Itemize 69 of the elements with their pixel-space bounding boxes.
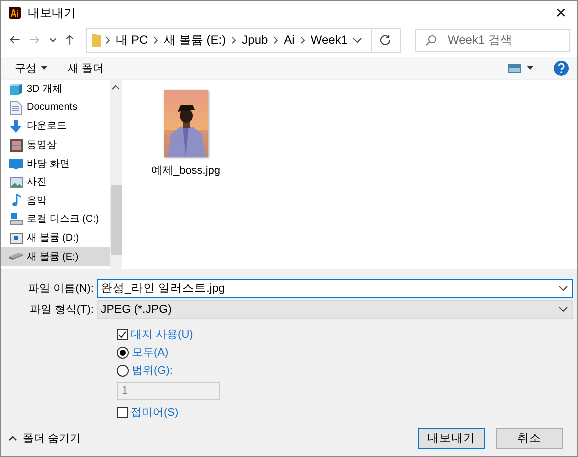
sidebar-item[interactable]: 음악 — [1, 192, 110, 210]
chevron-icon — [154, 36, 158, 44]
field-label: 파일 이름(N): — [28, 282, 95, 296]
checkmark-icon — [118, 330, 127, 338]
radio-button[interactable] — [117, 364, 129, 376]
desktop-icon — [9, 158, 23, 169]
document-icon — [10, 100, 22, 115]
sidebar-item[interactable]: 새 볼륨 (D:) — [1, 228, 110, 248]
breadcrumb[interactable]: Jpub — [242, 33, 268, 47]
breadcrumb[interactable]: Ai — [284, 33, 295, 47]
breadcrumb[interactable]: Week1 — [310, 33, 348, 47]
radio-button[interactable] — [117, 346, 129, 358]
sidebar-item[interactable]: Documents — [1, 98, 110, 118]
caret-up-icon — [9, 436, 17, 441]
breadcrumb[interactable]: 내 PC — [116, 32, 148, 48]
address-bar[interactable]: 내 PC 새 볼륨 (E:) Jpub Ai Week1 — [86, 28, 401, 52]
file-type-dropdown[interactable]: JPEG (*.JPG) — [97, 300, 573, 319]
export-button[interactable]: 내보내기 — [418, 428, 485, 449]
checkbox[interactable] — [117, 329, 128, 340]
option-label[interactable]: 대지 사용(U) — [131, 327, 194, 342]
caret-icon — [41, 66, 48, 70]
new-folder-button[interactable]: 새 폴더 — [68, 60, 104, 76]
app-logo-icon — [9, 7, 21, 19]
option-label[interactable]: 모두(A) — [132, 345, 169, 360]
sidebar-item[interactable]: 동영상 — [1, 136, 110, 154]
sidebar-item[interactable]: 로컬 디스크 (C:) — [1, 210, 110, 229]
sidebar-item[interactable]: 3D 개체 — [1, 80, 110, 99]
window-title: 내보내기 — [28, 4, 77, 22]
drive-icon — [9, 253, 23, 260]
option-label[interactable]: 범위(G): — [132, 363, 173, 378]
drive-icon — [10, 213, 22, 226]
sidebar-item[interactable]: 바탕 화면 — [1, 154, 110, 173]
back-button[interactable] — [10, 35, 20, 45]
option-label[interactable]: 접미어(S) — [131, 405, 179, 420]
chevron-icon — [274, 36, 278, 44]
picture-icon — [10, 176, 22, 188]
field-label: 파일 형식(T): — [28, 303, 95, 317]
chevron-icon — [106, 36, 110, 44]
file-name[interactable]: 예제_boss.jpg — [151, 163, 221, 178]
folder-icon — [92, 34, 102, 46]
close-button[interactable]: ✕ — [553, 4, 569, 22]
scroll-up-icon — [112, 85, 120, 90]
breadcrumb[interactable]: 새 볼륨 (E:) — [164, 32, 226, 48]
sidebar-item[interactable]: 새 볼륨 (E:) — [1, 247, 110, 266]
search-icon — [426, 34, 437, 46]
scrollbar[interactable] — [110, 80, 122, 269]
chevron-icon — [300, 36, 305, 44]
file-name-field[interactable]: 완성_라인 일러스트.jpg — [97, 279, 573, 298]
dropdown-icon[interactable] — [352, 38, 362, 42]
music-note-icon — [12, 194, 20, 208]
film-icon — [10, 138, 22, 152]
dropdown-icon[interactable] — [559, 286, 568, 291]
recent-locations-button[interactable] — [50, 38, 56, 42]
help-button[interactable] — [554, 60, 569, 76]
view-options-button[interactable] — [508, 64, 534, 72]
hide-folders-button[interactable]: 폴더 숨기기 — [5, 431, 82, 446]
cancel-button[interactable]: 취소 — [496, 428, 563, 449]
refresh-icon — [380, 34, 392, 46]
search-field[interactable]: Week1 검색 — [414, 28, 570, 52]
organize-menu-button[interactable]: 구성 — [15, 60, 48, 76]
sidebar-item[interactable]: 사진 — [1, 172, 110, 192]
download-arrow-icon — [10, 120, 22, 133]
sidebar-item[interactable]: 다운로드 — [1, 117, 110, 136]
dropdown-icon[interactable] — [559, 307, 568, 312]
cube-icon — [9, 82, 23, 96]
drive-icon — [10, 232, 22, 244]
chevron-icon — [232, 36, 236, 44]
up-button[interactable] — [66, 34, 74, 46]
checkbox[interactable] — [117, 407, 128, 418]
